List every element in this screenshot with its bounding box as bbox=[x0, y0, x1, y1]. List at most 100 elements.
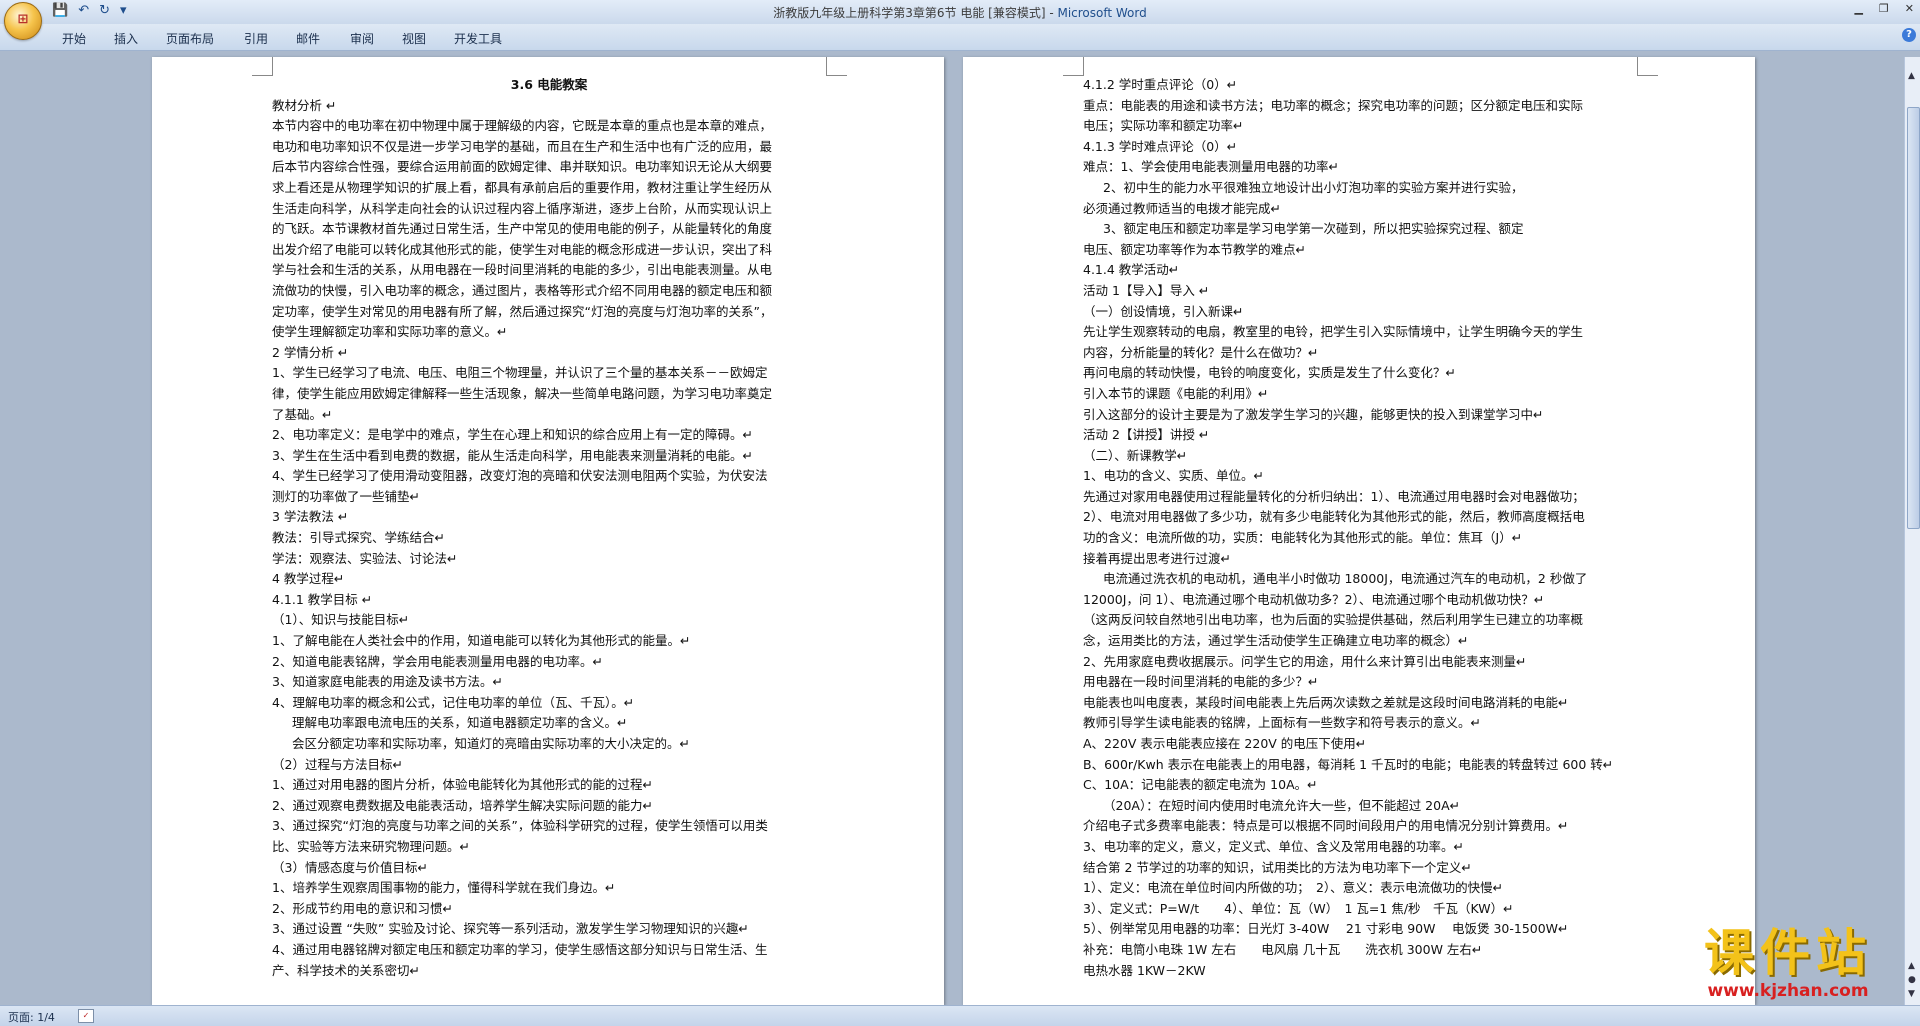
title-separator: - bbox=[1045, 6, 1058, 20]
document-line: 活动 1【导入】导入 ↵ bbox=[1083, 282, 1210, 298]
document-line: 4、学生已经学习了使用滑动变阻器，改变灯泡的亮暗和伏安法测电阻两个实验，为伏安法 bbox=[272, 468, 768, 484]
document-line: 比、实验等方法来研究物理问题。↵ bbox=[272, 838, 470, 854]
document-line: 产、科学技术的关系密切↵ bbox=[272, 962, 420, 978]
watermark-logo: 课件站 www.kjzhan.com bbox=[1668, 925, 1908, 1001]
document-line: 接着再提出思考进行过渡↵ bbox=[1083, 550, 1231, 566]
document-line: 内容，分析能量的转化？是什么在做功？↵ bbox=[1083, 344, 1319, 360]
document-line: 4、通过用电器铭牌对额定电压和额定功率的学习，使学生感悟这部分知识与日常生活、生 bbox=[272, 941, 768, 957]
document-line: 律，使学生能应用欧姆定律解释一些生活现象，解决一些简单电路问题，为学习电功率奠定 bbox=[272, 385, 773, 401]
document-line: 3、通过设置 “失败” 实验及讨论、探究等一系列活动，激发学生学习物理知识的兴趣… bbox=[272, 921, 749, 937]
document-line: 1、通过对用电器的图片分析，体验电能转化为其他形式的能的过程↵ bbox=[272, 777, 653, 793]
document-line: C、10A：记电能表的额定电流为 10A。↵ bbox=[1083, 777, 1318, 793]
document-line: （20A）：在短时间内使用时电流允许大一些，但不能超过 20A↵ bbox=[1103, 797, 1461, 813]
office-button[interactable]: ⊞ bbox=[4, 2, 42, 40]
tab-mailings[interactable]: 邮件 bbox=[296, 30, 320, 47]
document-line: 5）、例举常见用电器的功率：日光灯 3-40W 21 寸彩电 90W 电饭煲 3… bbox=[1083, 921, 1569, 937]
document-line: 3、电功率的定义，意义，定义式、单位、含义及常用电器的功率。↵ bbox=[1083, 838, 1464, 854]
document-line: 2、初中生的能力水平很难独立地设计出小灯泡功率的实验方案并进行实验， bbox=[1103, 179, 1524, 195]
document-page-right[interactable]: 4.1.2 学时重点评论（0）↵ 重点：电能表的用途和读书方法；电功率的概念；探究… bbox=[963, 57, 1755, 1005]
document-line: A、220V 表示电能表应接在 220V 的电压下使用↵ bbox=[1083, 736, 1367, 751]
status-bar: 页面: 1/4 ✓ bbox=[0, 1005, 1920, 1026]
tab-references[interactable]: 引用 bbox=[244, 30, 268, 47]
document-line: 引入本节的课题《电能的利用》↵ bbox=[1083, 385, 1269, 401]
document-line: 念，运用类比的方法，通过学生活动使学生正确建立电功率的概念）↵ bbox=[1083, 633, 1469, 649]
document-line: （二）、新课教学↵ bbox=[1083, 447, 1188, 463]
document-line: 教师引导学生读电能表的铭牌，上面标有一些数字和符号表示的意义。↵ bbox=[1083, 715, 1481, 731]
tab-home[interactable]: 开始 bbox=[62, 30, 86, 47]
window-title: 浙教版九年级上册科学第3章第6节 电能 [兼容模式] - Microsoft W… bbox=[0, 4, 1920, 21]
watermark-url: www.kjzhan.com bbox=[1707, 981, 1869, 1001]
page-text[interactable]: 4.1.2 学时重点评论（0）↵ 重点：电能表的用途和读书方法；电功率的概念；探究… bbox=[1083, 75, 1637, 981]
tab-insert[interactable]: 插入 bbox=[114, 30, 138, 47]
document-line: 4.1.4 教学活动↵ bbox=[1083, 262, 1180, 278]
document-line: 2、知道电能表铭牌，学会用电能表测量用电器的电功率。↵ bbox=[272, 653, 603, 669]
document-line: 3 学法教法 ↵ bbox=[272, 509, 349, 525]
document-line: 3、知道家庭电能表的用途及读书方法。↵ bbox=[272, 674, 503, 690]
scrollbar-thumb[interactable] bbox=[1907, 107, 1920, 529]
document-page-left[interactable]: 3.6 电能教案 教材分析 ↵ 本节内容中的电功率在初中物理中属于理解级的内容，它既… bbox=[152, 57, 944, 1005]
document-line: 会区分额定功率和实际功率，知道灯的亮暗由实际功率的大小决定的。↵ bbox=[292, 736, 690, 751]
document-line: 本节内容中的电功率在初中物理中属于理解级的内容，它既是本章的重点也是本章的难点， bbox=[272, 118, 773, 134]
document-line: 电压；实际功率和额定功率↵ bbox=[1083, 118, 1244, 134]
minimize-icon[interactable]: ▁ bbox=[1854, 2, 1862, 15]
select-browse-icon[interactable]: ● bbox=[1908, 975, 1916, 985]
office-logo-icon: ⊞ bbox=[17, 12, 29, 27]
document-line: 学法：观察法、实验法、讨论法↵ bbox=[272, 550, 458, 566]
document-line: 后本节内容综合性强，要综合运用前面的欧姆定律、串并联知识。电功率知识无论从大纲要 bbox=[272, 159, 773, 175]
document-line: 1、了解电能在人类社会中的作用，知道电能可以转化为其他形式的能量。↵ bbox=[272, 633, 691, 649]
help-icon[interactable]: ? bbox=[1902, 28, 1916, 42]
document-line: 1）、定义：电流在单位时间内所做的功； 2）、意义：表示电流做功的快慢↵ bbox=[1083, 880, 1504, 896]
document-line: 4.1.1 教学目标 ↵ bbox=[272, 591, 373, 607]
crop-mark bbox=[1063, 57, 1084, 76]
tab-review[interactable]: 审阅 bbox=[350, 30, 374, 47]
app-name: Microsoft Word bbox=[1057, 6, 1147, 20]
document-line: 理解电功率跟电流电压的关系，知道电器额定功率的含义。↵ bbox=[292, 715, 628, 731]
page-number[interactable]: 页面: 1/4 bbox=[8, 1009, 55, 1025]
document-line: 3、学生在生活中看到电费的数据，能从生活走向科学，用电能表来测量消耗的电能。↵ bbox=[272, 447, 753, 463]
tab-developer[interactable]: 开发工具 bbox=[454, 30, 502, 47]
next-page-icon[interactable]: ▼ bbox=[1908, 989, 1915, 999]
window-controls: ▁ ❐ ✕ bbox=[1854, 2, 1914, 15]
document-line: 4.1.3 学时难点评论（0）↵ bbox=[1083, 138, 1238, 154]
document-line: 再问电扇的转动快慢，电铃的响度变化，实质是发生了什么变化？↵ bbox=[1083, 365, 1456, 381]
document-title: 浙教版九年级上册科学第3章第6节 电能 [兼容模式] bbox=[773, 6, 1046, 20]
document-line: 2、电功率定义：是电学中的难点，学生在心理上和知识的综合应用上有一定的障碍。↵ bbox=[272, 427, 753, 443]
document-line: 活动 2【讲授】讲授 ↵ bbox=[1083, 427, 1210, 443]
tab-view[interactable]: 视图 bbox=[402, 30, 426, 47]
watermark-title: 课件站 bbox=[1704, 924, 1872, 982]
document-line: 电能表也叫电度表，某段时间电能表上先后两次读数之差就是这段时间电路消耗的电能↵ bbox=[1083, 694, 1569, 710]
document-line: 难点：1、学会使用电能表测量用电器的功率↵ bbox=[1083, 159, 1339, 175]
document-line: 功的含义：电流所做的功，实质：电能转化为其他形式的能。单位：焦耳（J）↵ bbox=[1083, 530, 1523, 546]
tab-page-layout[interactable]: 页面布局 bbox=[166, 30, 214, 47]
document-line: 学与社会和生活的关系，从用电器在一段时间里消耗的电能的多少，引出电能表测量。从电 bbox=[272, 262, 773, 278]
document-line: （一）创设情境，引入新课↵ bbox=[1083, 303, 1244, 319]
scroll-up-icon[interactable]: ▲ bbox=[1908, 71, 1915, 81]
document-line: （1）、知识与技能目标↵ bbox=[272, 612, 410, 628]
document-line: 求上看还是从物理学知识的扩展上看，都具有承前启后的重要作用，教材注重让学生经历从 bbox=[272, 179, 773, 195]
document-line: B、600r/Kwh 表示在电能表上的用电器，每消耗 1 千瓦时的电能；电能表的… bbox=[1083, 756, 1614, 772]
document-line: （3）情感态度与价值目标↵ bbox=[272, 859, 428, 875]
document-line: 3、通过探究“灯泡的亮度与功率之间的关系”，体验科学研究的过程，使学生领悟可以用… bbox=[272, 818, 768, 834]
spell-check-icon[interactable]: ✓ bbox=[78, 1009, 94, 1023]
close-icon[interactable]: ✕ bbox=[1905, 2, 1914, 15]
document-line: 2 学情分析 ↵ bbox=[272, 344, 349, 360]
document-line: 用电器在一段时间里消耗的电能的多少？↵ bbox=[1083, 674, 1319, 690]
page-text[interactable]: 3.6 电能教案 教材分析 ↵ 本节内容中的电功率在初中物理中属于理解级的内容，它既… bbox=[272, 75, 826, 981]
document-line: 了基础。↵ bbox=[272, 406, 333, 422]
document-line: 电热水器 1KW－2KW bbox=[1083, 962, 1206, 978]
vertical-scrollbar[interactable]: ▲ ▲ ● ▼ bbox=[1904, 57, 1920, 1005]
document-line: 2、形成节约用电的意识和习惯↵ bbox=[272, 900, 453, 916]
document-line: 1、学生已经学习了电流、电压、电阻三个物理量，并认识了三个量的基本关系－－欧姆定 bbox=[272, 365, 768, 381]
document-line: 4、理解电功率的概念和公式，记住电功率的单位（瓦、千瓦）。↵ bbox=[272, 694, 635, 710]
document-line: 教法：引导式探究、学练结合↵ bbox=[272, 530, 445, 546]
document-line: 2、先用家庭电费收据展示。问学生它的用途，用什么来计算引出电能表来测量↵ bbox=[1083, 653, 1527, 669]
document-line: 先让学生观察转动的电扇，教室里的电铃，把学生引入实际情境中，让学生明确今天的学生 bbox=[1083, 324, 1584, 340]
document-line: 3.6 电能教案 bbox=[510, 77, 588, 92]
document-line: 12000J，问 1）、电流通过哪个电动机做功多？2）、电流通过哪个电动机做功快… bbox=[1083, 591, 1545, 607]
document-line: 4 教学过程↵ bbox=[272, 571, 345, 587]
document-line: 的飞跃。本节课教材首先通过日常生活，生产中常见的使用电能的例子，从能量转化的角度 bbox=[272, 221, 773, 237]
crop-mark bbox=[252, 57, 273, 76]
maximize-icon[interactable]: ❐ bbox=[1879, 2, 1889, 15]
prev-page-icon[interactable]: ▲ bbox=[1908, 961, 1915, 971]
document-line: 使学生理解额定功率和实际功率的意义。↵ bbox=[272, 324, 508, 340]
